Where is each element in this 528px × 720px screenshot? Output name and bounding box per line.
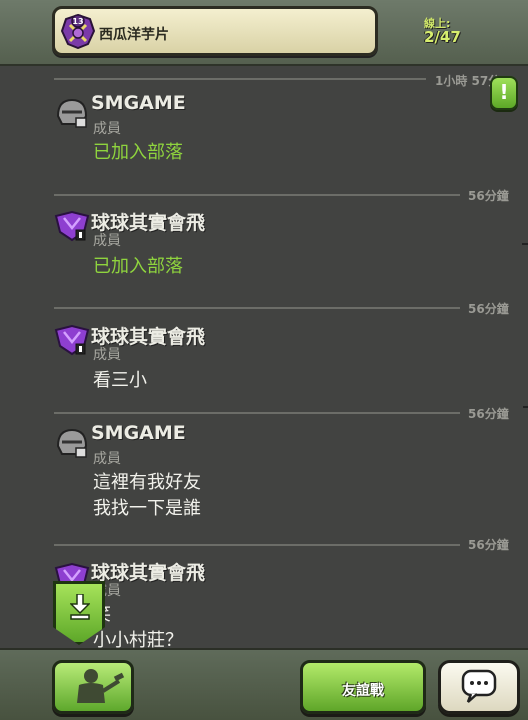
helmet-icon bbox=[56, 428, 88, 458]
clan-badge-icon: 13 bbox=[60, 13, 96, 49]
member-name[interactable]: SMGAME bbox=[91, 92, 186, 114]
request-troops-button[interactable] bbox=[52, 660, 134, 714]
download-arrow-icon bbox=[70, 594, 90, 620]
bottom-bar: 友誼戰 bbox=[0, 648, 528, 720]
alert-button[interactable]: ! bbox=[490, 76, 518, 110]
purple-league-badge-icon bbox=[54, 324, 90, 356]
scroll-marker bbox=[523, 406, 528, 408]
scroll-marker bbox=[522, 243, 528, 245]
chat-log[interactable]: 1小時 57分 SMGAME 成員 已加入部落 ! 56分鐘 球球其實會飛 成員… bbox=[0, 68, 528, 648]
helmet-icon bbox=[56, 98, 88, 128]
message-time: 56分鐘 bbox=[468, 538, 509, 552]
message-text: 小小村莊？ bbox=[93, 630, 183, 648]
online-count: 2/47 bbox=[424, 28, 461, 46]
member-role: 成員 bbox=[93, 347, 121, 363]
message-text: 這裡有我好友 bbox=[93, 472, 201, 493]
member-role: 成員 bbox=[93, 451, 121, 467]
message-text: 已加入部落 bbox=[93, 256, 183, 277]
message-text: 已加入部落 bbox=[93, 142, 183, 163]
member-role: 成員 bbox=[93, 121, 121, 137]
clan-info-button[interactable]: 13 西瓜洋芋片 bbox=[52, 6, 378, 56]
warrior-icon bbox=[77, 669, 125, 703]
message-separator bbox=[54, 544, 460, 546]
message-separator bbox=[54, 78, 426, 80]
message-separator bbox=[54, 307, 460, 309]
top-bar: 13 西瓜洋芋片 線上: 2/47 bbox=[0, 0, 528, 66]
member-name[interactable]: SMGAME bbox=[91, 422, 186, 444]
clan-name: 西瓜洋芋片 bbox=[99, 27, 169, 43]
message-separator bbox=[54, 194, 460, 196]
message-text: 看三小 bbox=[93, 370, 147, 391]
message-time: 56分鐘 bbox=[468, 189, 509, 203]
friendly-battle-button[interactable]: 友誼戰 bbox=[300, 660, 426, 714]
message-separator bbox=[54, 412, 460, 414]
message-time: 56分鐘 bbox=[468, 407, 509, 421]
speech-bubble-icon bbox=[461, 669, 497, 703]
chat-button[interactable] bbox=[438, 660, 520, 714]
purple-league-badge-icon bbox=[54, 210, 90, 242]
clan-level-text: 13 bbox=[72, 17, 83, 26]
member-role: 成員 bbox=[93, 233, 121, 249]
message-text: 我找一下是誰 bbox=[93, 498, 201, 519]
message-time: 56分鐘 bbox=[468, 302, 509, 316]
friendly-battle-label: 友誼戰 bbox=[342, 683, 384, 699]
